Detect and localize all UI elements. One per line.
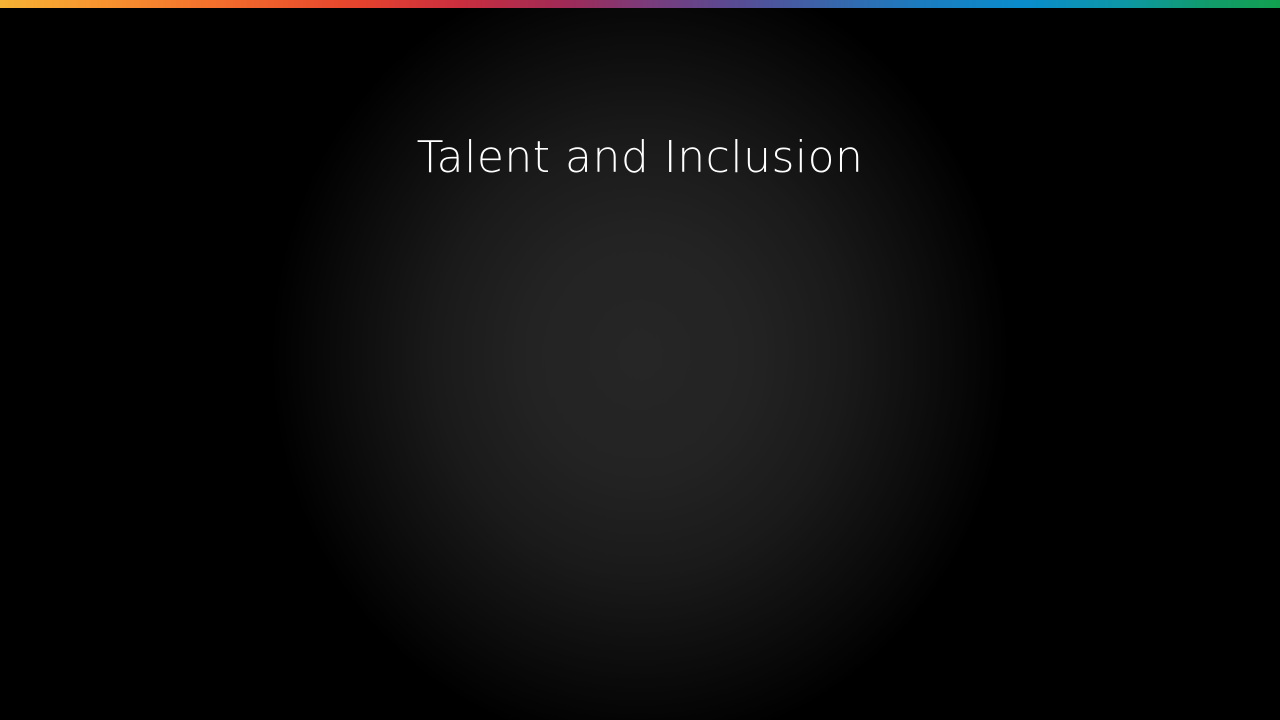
rainbow-accent-bar <box>0 0 1280 8</box>
slide-title: Talent and Inclusion <box>416 132 864 183</box>
presentation-slide: Talent and Inclusion <box>0 0 1280 720</box>
